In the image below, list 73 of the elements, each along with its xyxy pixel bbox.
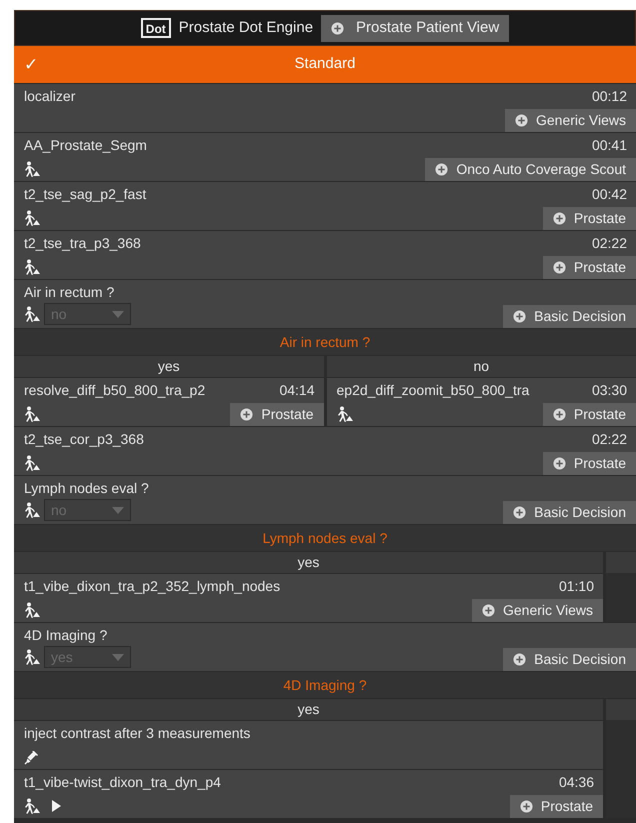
branch-label: yes: [14, 355, 324, 377]
step-name: AA_Prostate_Segm: [24, 136, 147, 155]
step-duration: 01:10: [558, 577, 594, 596]
protocol-button[interactable]: Generic Views: [504, 109, 636, 132]
worker-icon: [24, 161, 40, 177]
branch-label: yes: [14, 551, 603, 573]
logo: Dot: [140, 18, 171, 38]
decision-name: 4D Imaging ?: [24, 626, 108, 645]
protocol-button[interactable]: Prostate: [542, 403, 636, 426]
add-icon: [513, 506, 526, 519]
protocol-button[interactable]: Prostate: [542, 207, 636, 230]
worker-icon: [24, 798, 40, 814]
add-icon: [513, 310, 526, 323]
worker-icon: [24, 210, 40, 226]
patient-view-button[interactable]: Prostate Patient View: [321, 14, 510, 42]
branch-header: Air in rectum ?: [14, 328, 636, 355]
add-icon: [331, 22, 344, 34]
step-duration: 00:12: [592, 87, 627, 106]
strategy-name: Standard: [294, 54, 356, 74]
decision-name: Lymph nodes eval ?: [24, 479, 150, 498]
add-icon: [514, 114, 528, 127]
add-icon: [552, 212, 566, 225]
add-icon: [435, 163, 448, 176]
step-name: t2_tse_sag_p2_fast: [24, 185, 146, 204]
worker-icon: [24, 259, 40, 275]
add-icon: [552, 408, 566, 421]
worker-icon: [24, 502, 40, 518]
branch-header: 4D Imaging ?: [14, 671, 636, 698]
protocol-button[interactable]: Prostate: [510, 795, 603, 818]
worker-icon: [336, 406, 352, 422]
step-duration: 04:36: [558, 773, 594, 792]
step-name: resolve_diff_b50_800_tra_p2: [24, 381, 206, 400]
step-name: t1_vibe_dixon_tra_p2_352_lymph_nodes: [24, 577, 280, 596]
protocol-button[interactable]: Prostate: [542, 256, 636, 279]
protocol-button[interactable]: Prostate: [542, 452, 636, 475]
strategy-bar[interactable]: ✓ Standard: [14, 46, 636, 83]
step-duration: 03:30: [592, 381, 627, 400]
protocol-button[interactable]: Prostate: [230, 403, 324, 426]
step-duration: 04:14: [279, 381, 314, 400]
branch-label: no: [326, 355, 636, 377]
worker-icon: [24, 406, 40, 422]
app-title: Prostate Dot Engine: [178, 18, 314, 38]
worker-icon: [24, 602, 40, 618]
step-name: localizer: [24, 87, 76, 106]
dropdown-caret-icon: [112, 506, 124, 514]
protocol-button[interactable]: Generic Views: [472, 599, 603, 622]
step-duration: 00:41: [592, 136, 627, 155]
branch-label: yes: [14, 698, 603, 720]
step-name: t2_tse_cor_p3_368: [24, 430, 144, 449]
step-name: t2_tse_tra_p3_368: [24, 234, 141, 253]
step-name: ep2d_diff_zoomit_b50_800_tra: [336, 381, 530, 400]
play-icon[interactable]: [52, 800, 61, 812]
dropdown-caret-icon: [112, 310, 124, 318]
check-mark: ✓: [24, 54, 39, 76]
branch-header: Lymph nodes eval ?: [14, 524, 636, 551]
protocol-button[interactable]: Onco Auto Coverage Scout: [425, 158, 636, 181]
step-name: inject contrast after 3 measurements: [24, 724, 250, 743]
add-icon: [552, 261, 566, 274]
step-duration: 02:22: [592, 430, 627, 449]
step-duration: 00:42: [592, 185, 627, 204]
add-icon: [552, 457, 566, 470]
decision-name: Air in rectum ?: [24, 283, 116, 302]
step-duration: 02:22: [592, 234, 627, 253]
add-icon: [513, 653, 526, 666]
worker-icon: [24, 455, 40, 471]
dropdown-caret-icon: [112, 654, 124, 660]
syringe-icon: [24, 749, 40, 765]
add-icon: [240, 408, 254, 421]
add-icon: [520, 800, 533, 813]
worker-icon: [24, 306, 40, 322]
add-icon: [482, 604, 495, 617]
step-name: t1_vibe-twist_dixon_tra_dyn_p4: [24, 773, 221, 792]
worker-icon: [24, 649, 40, 665]
